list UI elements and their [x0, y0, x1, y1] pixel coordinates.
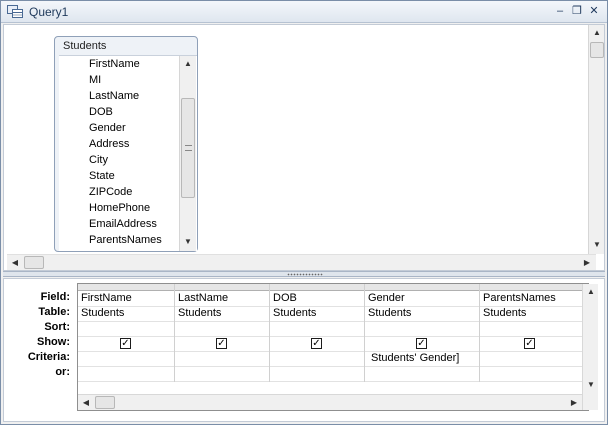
row-label-criteria: Criteria:	[27, 351, 70, 363]
window-title: Query1	[29, 5, 69, 19]
scroll-left-icon[interactable]: ◀	[78, 395, 94, 411]
grid-column[interactable]: Gender Students ✓ Students' Gender]	[365, 284, 480, 382]
scroll-down-icon[interactable]: ▼	[180, 234, 196, 250]
scroll-up-icon[interactable]: ▲	[589, 25, 605, 41]
restore-icon[interactable]: ❐	[570, 5, 584, 17]
query-design-icon	[7, 5, 23, 18]
row-label-table: Table:	[38, 306, 70, 318]
scroll-up-icon[interactable]: ▲	[180, 56, 196, 72]
criteria-cell[interactable]	[178, 351, 268, 366]
field-cell[interactable]: Gender	[368, 291, 478, 306]
field-cell[interactable]: LastName	[178, 291, 268, 306]
table-box-title: Students	[63, 40, 107, 52]
scroll-thumb[interactable]	[95, 396, 115, 409]
row-label-or: or:	[55, 366, 70, 378]
grid-column[interactable]: DOB Students ✓	[270, 284, 365, 382]
field-item[interactable]: DOB	[89, 104, 113, 120]
sort-cell[interactable]	[81, 321, 173, 336]
field-cell[interactable]: FirstName	[81, 291, 173, 306]
show-checkbox[interactable]: ✓	[120, 338, 131, 349]
field-item[interactable]: FirstName	[89, 56, 140, 72]
table-cell[interactable]: Students	[81, 306, 173, 321]
scroll-thumb[interactable]	[590, 42, 604, 58]
field-item[interactable]: State	[89, 168, 115, 184]
scroll-thumb[interactable]	[181, 98, 195, 198]
table-pane[interactable]: Students FirstName MI LastName DOB Gende…	[3, 24, 605, 271]
field-item[interactable]: MI	[89, 72, 101, 88]
row-label-sort: Sort:	[44, 321, 70, 333]
field-item[interactable]: ParentsNames	[89, 232, 162, 248]
show-checkbox[interactable]: ✓	[416, 338, 427, 349]
design-grid-pane: Field: Table: Sort: Show: Criteria: or: …	[3, 278, 605, 422]
criteria-cell[interactable]: Students' Gender]	[371, 351, 478, 366]
row-label-show: Show:	[37, 336, 70, 348]
sort-cell[interactable]	[368, 321, 478, 336]
field-item[interactable]: EmailAddress	[89, 216, 157, 232]
students-table-box[interactable]: Students FirstName MI LastName DOB Gende…	[54, 36, 198, 252]
grid-column[interactable]: FirstName Students ✓	[78, 284, 175, 382]
field-list[interactable]: FirstName MI LastName DOB Gender Address…	[59, 55, 197, 251]
scroll-down-icon[interactable]: ▼	[589, 237, 605, 253]
scroll-up-icon[interactable]: ▲	[583, 284, 599, 300]
field-item[interactable]: Gender	[89, 120, 126, 136]
scroll-right-icon[interactable]: ▶	[579, 255, 595, 271]
grid-column[interactable]: LastName Students ✓	[175, 284, 270, 382]
table-cell[interactable]: Students	[483, 306, 580, 321]
show-checkbox[interactable]: ✓	[216, 338, 227, 349]
criteria-cell[interactable]	[483, 351, 580, 366]
grid-column[interactable]: ParentsNames Students ✓	[480, 284, 582, 382]
field-item[interactable]: LastName	[89, 88, 139, 104]
criteria-cell[interactable]	[81, 351, 173, 366]
minimize-icon[interactable]: –	[553, 5, 567, 17]
close-icon[interactable]: ✕	[587, 5, 601, 17]
or-cell[interactable]	[178, 366, 268, 381]
field-list-scrollbar[interactable]: ▲ ▼	[179, 56, 196, 251]
field-item[interactable]: City	[89, 152, 108, 168]
or-cell[interactable]	[81, 366, 173, 381]
grid-vertical-scrollbar[interactable]: ▲ ▼	[582, 284, 598, 410]
row-label-field: Field:	[40, 291, 70, 303]
title-bar[interactable]: Query1 – ❐ ✕	[1, 1, 607, 23]
table-cell[interactable]: Students	[368, 306, 478, 321]
field-cell[interactable]: DOB	[273, 291, 363, 306]
scroll-left-icon[interactable]: ◀	[7, 255, 23, 271]
sort-cell[interactable]	[178, 321, 268, 336]
field-item[interactable]: Address	[89, 136, 129, 152]
pane-splitter[interactable]	[3, 271, 605, 277]
pane-vertical-scrollbar[interactable]: ▲ ▼	[588, 25, 604, 254]
show-checkbox[interactable]: ✓	[524, 338, 535, 349]
show-checkbox[interactable]: ✓	[311, 338, 322, 349]
or-cell[interactable]	[368, 366, 478, 381]
or-cell[interactable]	[273, 366, 363, 381]
sort-cell[interactable]	[483, 321, 580, 336]
criteria-cell[interactable]	[273, 351, 363, 366]
table-cell[interactable]: Students	[273, 306, 363, 321]
field-item[interactable]: ZIPCode	[89, 184, 132, 200]
scroll-down-icon[interactable]: ▼	[583, 377, 599, 393]
sort-cell[interactable]	[273, 321, 363, 336]
grid-horizontal-scrollbar[interactable]: ◀ ▶	[78, 394, 582, 410]
pane-horizontal-scrollbar[interactable]: ◀ ▶	[7, 254, 596, 270]
table-cell[interactable]: Students	[178, 306, 268, 321]
query-window: Query1 – ❐ ✕ Students FirstName MI LastN…	[0, 0, 608, 425]
field-item[interactable]: HomePhone	[89, 200, 150, 216]
scroll-thumb[interactable]	[24, 256, 44, 269]
field-cell[interactable]: ParentsNames	[483, 291, 580, 306]
query-design-grid[interactable]: FirstName Students ✓ LastName Students ✓…	[77, 283, 598, 411]
scroll-right-icon[interactable]: ▶	[566, 395, 582, 411]
splitter-grip-icon[interactable]	[287, 273, 323, 276]
or-cell[interactable]	[483, 366, 580, 381]
